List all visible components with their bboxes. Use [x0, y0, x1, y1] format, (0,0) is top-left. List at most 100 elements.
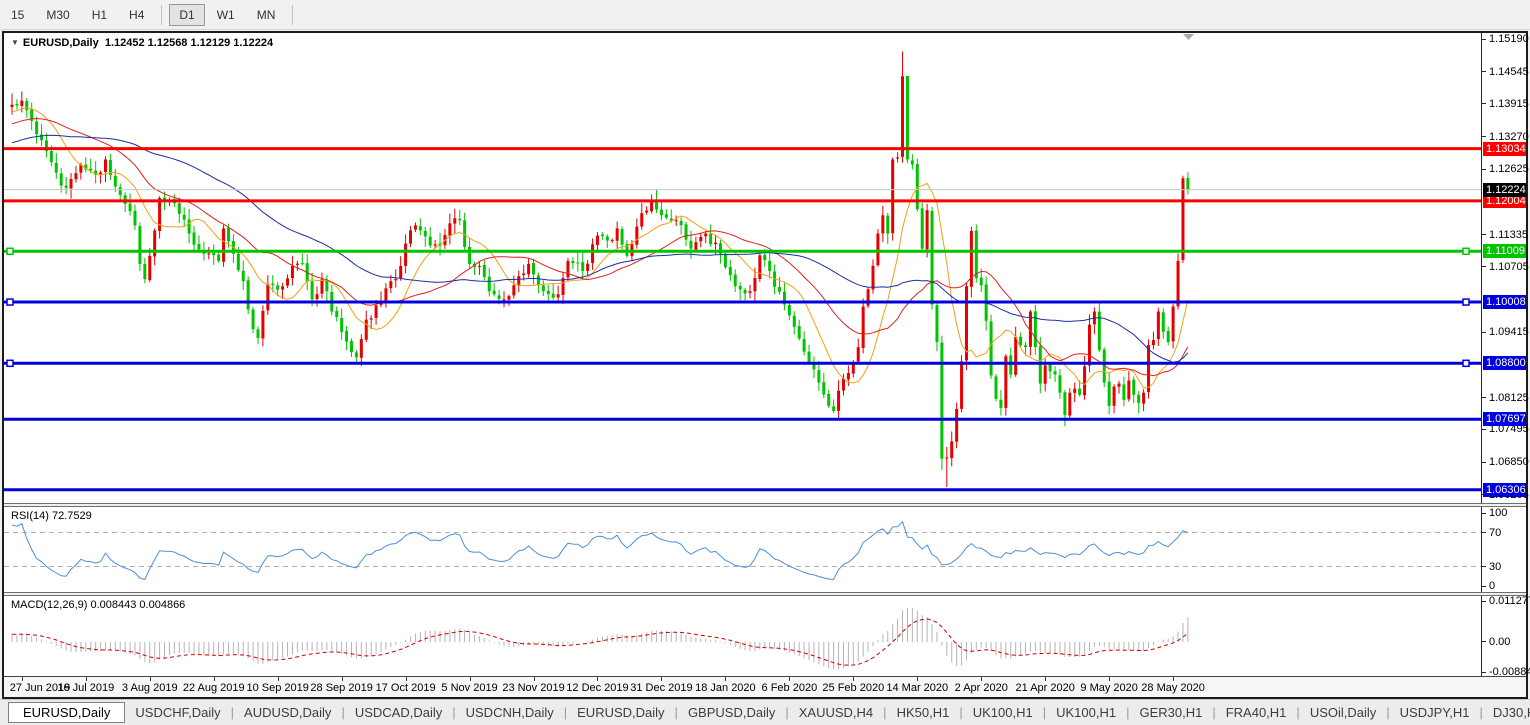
date-tick — [214, 677, 215, 681]
date-tick — [661, 677, 662, 681]
chart-window[interactable]: ▼ EURUSD,Daily 1.12452 1.12568 1.12129 1.… — [2, 31, 1528, 699]
rsi-line — [12, 522, 1188, 580]
chart-tab-USDJPY-H1-14[interactable]: USDJPY,H1 — [1390, 703, 1480, 722]
chart-tab-GER30-H1-11[interactable]: GER30,H1 — [1129, 703, 1212, 722]
chart-tab-EURUSD-Daily-0[interactable]: EURUSD,Daily — [8, 702, 125, 723]
date-label: 31 Dec 2019 — [630, 682, 692, 694]
price-chart-pane[interactable] — [4, 33, 1481, 503]
chart-tab-UK100-H1-10[interactable]: UK100,H1 — [1046, 703, 1126, 722]
period-button-MN[interactable]: MN — [247, 4, 286, 26]
price-level-badge-1.13034: 1.13034 — [1483, 142, 1526, 156]
hline-handle[interactable] — [7, 248, 13, 254]
date-tick — [789, 677, 790, 681]
date-label: 2 Apr 2020 — [955, 682, 1008, 694]
scale-tick — [1482, 601, 1486, 602]
price-tick-label: 1.08125 — [1489, 393, 1529, 404]
date-label: 5 Nov 2019 — [441, 682, 497, 694]
date-label: 22 Aug 2019 — [183, 682, 245, 694]
scale-tick — [1482, 103, 1486, 104]
chart-tab-FRA40-H1-12[interactable]: FRA40,H1 — [1216, 703, 1297, 722]
date-label: 12 Dec 2019 — [566, 682, 628, 694]
scale-tick — [1482, 234, 1486, 235]
chart-tab-EURUSD-Daily-5[interactable]: EURUSD,Daily — [567, 703, 674, 722]
scale-tick — [1482, 672, 1486, 673]
rsi-tick-label: 30 — [1489, 562, 1501, 573]
price-level-badge-1.11009: 1.11009 — [1483, 244, 1526, 258]
chart-tab-USDCHF-Daily-1[interactable]: USDCHF,Daily — [125, 703, 230, 722]
period-button-15[interactable]: 15 — [1, 4, 34, 26]
candles-layer — [11, 51, 1190, 487]
date-label: 18 Jan 2020 — [695, 682, 756, 694]
date-tick — [278, 677, 279, 681]
scale-tick — [1482, 566, 1486, 567]
chart-tabs-bar: EURUSD,DailyUSDCHF,Daily|AUDUSD,Daily|US… — [0, 699, 1530, 725]
chart-tab-AUDUSD-Daily-2[interactable]: AUDUSD,Daily — [234, 703, 341, 722]
rsi-scale[interactable]: 10070300 — [1481, 507, 1526, 592]
rsi-name: RSI(14) — [11, 510, 49, 522]
scale-tick — [1482, 266, 1486, 267]
chart-shift-marker-icon[interactable] — [1183, 34, 1194, 40]
hline-handle[interactable] — [1463, 360, 1469, 366]
date-label: 3 Aug 2019 — [122, 682, 178, 694]
date-label: 17 Oct 2019 — [376, 682, 436, 694]
hline-handle[interactable] — [7, 360, 13, 366]
macd-name: MACD(12,26,9) — [11, 599, 87, 611]
chart-tab-USDCNH-Daily-4[interactable]: USDCNH,Daily — [456, 703, 564, 722]
chart-tab-USDCAD-Daily-3[interactable]: USDCAD,Daily — [345, 703, 452, 722]
scale-tick — [1482, 39, 1486, 40]
price-scale[interactable]: 1.151901.145451.139151.132701.126251.113… — [1481, 33, 1526, 503]
scale-tick — [1482, 513, 1486, 514]
date-label: 28 May 2020 — [1141, 682, 1205, 694]
macd-signal-line — [12, 619, 1188, 665]
hline-handle[interactable] — [1463, 299, 1469, 305]
pane-separator[interactable] — [4, 503, 1526, 507]
date-tick — [470, 677, 471, 681]
macd-pane[interactable] — [4, 596, 1481, 676]
rsi-value: 72.7529 — [52, 510, 92, 522]
hline-handle[interactable] — [1463, 248, 1469, 254]
period-button-M30[interactable]: M30 — [36, 4, 79, 26]
period-button-H4[interactable]: H4 — [119, 4, 154, 26]
scale-tick — [1482, 136, 1486, 137]
price-tick-label: 1.09415 — [1489, 327, 1529, 338]
period-button-H1[interactable]: H1 — [82, 4, 117, 26]
period-button-W1[interactable]: W1 — [207, 4, 245, 26]
scale-tick — [1482, 429, 1486, 430]
date-tick — [534, 677, 535, 681]
date-label: 23 Nov 2019 — [502, 682, 564, 694]
chart-tab-USOil-Daily-13[interactable]: USOil,Daily — [1300, 703, 1386, 722]
scale-tick — [1482, 169, 1486, 170]
chart-symbol-label: EURUSD,Daily — [23, 37, 99, 49]
chart-tab-HK50-H1-8[interactable]: HK50,H1 — [887, 703, 960, 722]
date-tick — [150, 677, 151, 681]
price-tick-label: 1.12625 — [1489, 164, 1529, 175]
macd-indicator-label: MACD(12,26,9) 0.008443 0.004866 — [11, 599, 185, 611]
date-axis[interactable]: 27 Jun 201916 Jul 20193 Aug 201922 Aug 2… — [4, 676, 1526, 697]
pane-separator[interactable] — [4, 592, 1526, 596]
chart-tab-DJ30-H1-15[interactable]: DJ30,H1 — [1483, 703, 1530, 722]
macd-tick-label: 0.011277 — [1489, 596, 1530, 607]
chart-tab-UK100-H1-9[interactable]: UK100,H1 — [963, 703, 1043, 722]
current-price-badge: 1.12224 — [1483, 183, 1526, 197]
hline-handle[interactable] — [7, 299, 13, 305]
price-level-badge-1.10008: 1.10008 — [1483, 295, 1526, 309]
date-tick — [342, 677, 343, 681]
scale-tick — [1482, 641, 1486, 642]
rsi-pane[interactable] — [4, 507, 1481, 592]
toolbar-separator — [292, 5, 293, 25]
date-tick — [86, 677, 87, 681]
chart-ohlc-readout: 1.12452 1.12568 1.12129 1.12224 — [105, 37, 273, 49]
rsi-tick-label: 70 — [1489, 528, 1501, 539]
chart-tab-XAUUSD-H4-7[interactable]: XAUUSD,H4 — [789, 703, 883, 722]
rsi-tick-label: 0 — [1489, 581, 1495, 592]
scale-tick — [1482, 71, 1486, 72]
chart-tab-GBPUSD-Daily-6[interactable]: GBPUSD,Daily — [678, 703, 785, 722]
macd-tick-label: -0.008845 — [1489, 667, 1530, 678]
price-level-badge-1.06306: 1.06306 — [1483, 483, 1526, 497]
date-tick — [1109, 677, 1110, 681]
macd-scale[interactable]: 0.0112770.00-0.008845 — [1481, 596, 1526, 676]
date-label: 21 Apr 2020 — [1016, 682, 1075, 694]
chart-dropdown-icon: ▼ — [11, 38, 19, 47]
period-button-D1[interactable]: D1 — [169, 4, 204, 26]
scale-tick — [1482, 586, 1486, 587]
